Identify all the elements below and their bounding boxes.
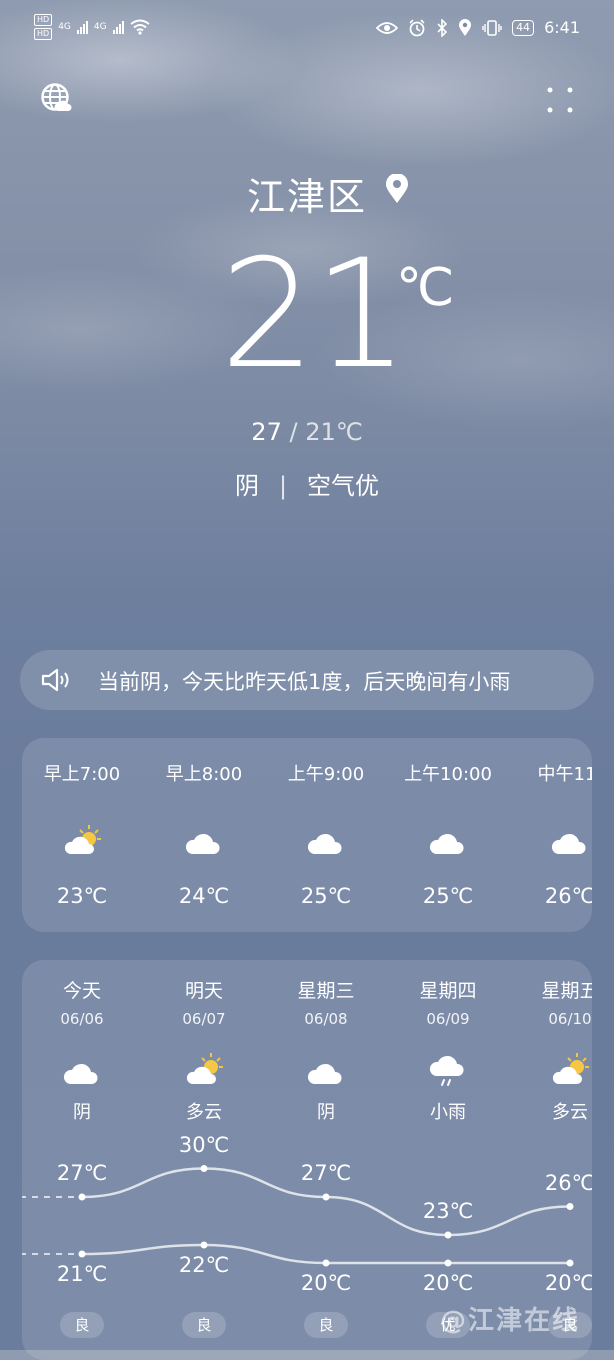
speaker-icon[interactable]: [40, 666, 72, 694]
current-condition-row: 阴 | 空气优: [0, 466, 614, 501]
high-temp-label: 27℃: [300, 1161, 352, 1185]
low-temp-label: 21℃: [56, 1262, 108, 1286]
low-temp-point: [444, 1259, 452, 1267]
today-high: 27: [251, 418, 282, 446]
high-temp-label: 23℃: [422, 1199, 474, 1223]
low-temp-label: 20℃: [300, 1271, 352, 1295]
location-icon: [459, 18, 472, 36]
status-left: HD HD 4G 4G: [34, 14, 150, 40]
current-temperature: 21: [220, 228, 409, 402]
low-temp-point: [78, 1250, 86, 1258]
low-temp-label: 22℃: [178, 1253, 230, 1277]
status-bar: HD HD 4G 4G 44 6:41: [0, 0, 614, 60]
day-name: 明天: [184, 980, 223, 1002]
network-type-1: 4G: [58, 22, 71, 32]
high-temp-point: [444, 1231, 452, 1239]
day-name: 星期四: [419, 980, 477, 1002]
eye-icon: [376, 21, 399, 34]
day-weather: 多云: [186, 1102, 222, 1123]
day-date: 06/08: [304, 1010, 348, 1028]
clock: 6:41: [544, 18, 580, 37]
today-low: / 21℃: [281, 418, 363, 446]
weather-alert-bar[interactable]: 当前阴，今天比昨天低1度，后天晚间有小雨: [20, 650, 594, 710]
day-name: 今天: [62, 980, 101, 1002]
high-temp-point: [566, 1203, 574, 1210]
watermark: @江津在线: [440, 1306, 581, 1336]
more-icon[interactable]: [546, 86, 574, 114]
low-temp-point: [566, 1259, 574, 1267]
cloudy-icon: [307, 833, 342, 854]
hour-temp: 25℃: [422, 884, 474, 908]
condition-separator: |: [278, 472, 288, 500]
partly-cloudy-icon: [64, 825, 101, 854]
day-date: 06/06: [60, 1010, 104, 1028]
low-temp-label: 20℃: [544, 1271, 592, 1295]
current-condition: 阴: [234, 472, 259, 500]
signal-icon: [112, 20, 124, 34]
hour-time: 早上8:00: [165, 764, 243, 785]
hour-time: 上午10:00: [404, 764, 492, 785]
day-weather: 阴: [317, 1102, 335, 1123]
day-date: 06/10: [548, 1010, 592, 1028]
hour-time: 上午9:00: [287, 764, 365, 785]
hour-temp: 25℃: [300, 884, 352, 908]
hour-temp: 24℃: [178, 884, 230, 908]
bluetooth-icon: [437, 18, 448, 37]
location-pin-icon: [386, 174, 408, 203]
hourly-forecast[interactable]: 早上7:00 23℃ 早上8:00 24℃ 上午9:00 25℃ 上午10:00…: [22, 738, 592, 932]
location-name[interactable]: 江津区: [0, 166, 614, 221]
low-temp-point: [322, 1259, 330, 1267]
hour-time: 早上7:00: [43, 764, 121, 785]
partly-cloudy-icon: [186, 1053, 223, 1084]
day-weather: 多云: [552, 1102, 588, 1123]
vibrate-icon: [482, 19, 502, 36]
battery-icon: 44: [512, 19, 535, 36]
high-temp-label: 30℃: [178, 1132, 230, 1157]
day-name: 星期三: [297, 980, 355, 1002]
signal-icon: [76, 20, 88, 34]
sim1-badge: HD: [34, 14, 53, 26]
cloudy-icon: [551, 833, 586, 854]
cloudy-icon: [307, 1063, 342, 1084]
aq-badge: 良: [304, 1312, 348, 1338]
low-temp-label: 20℃: [422, 1271, 474, 1295]
day-name: 星期五: [541, 980, 592, 1002]
high-temp-point: [78, 1193, 86, 1201]
light-rain-icon: [429, 1055, 464, 1086]
cloudy-icon: [63, 1063, 98, 1084]
hour-time: 中午11:: [537, 764, 592, 785]
high-temp-point: [200, 1165, 208, 1172]
day-weather: 阴: [73, 1102, 91, 1123]
partly-cloudy-icon: [552, 1053, 589, 1084]
cloudy-icon: [429, 833, 464, 854]
cloudy-icon: [185, 833, 220, 854]
high-temp-label: 26℃: [544, 1170, 592, 1195]
wifi-icon: [129, 19, 150, 35]
hour-temp: 23℃: [56, 884, 108, 908]
status-right: 44 6:41: [376, 18, 580, 37]
low-temp-point: [200, 1241, 208, 1249]
aq-badge: 良: [182, 1312, 226, 1338]
network-type-2: 4G: [93, 22, 107, 32]
high-temp-point: [322, 1193, 330, 1201]
day-date: 06/09: [426, 1010, 470, 1028]
day-date: 06/07: [182, 1010, 226, 1028]
sim2-badge: HD: [34, 28, 53, 40]
aq-badge: 良: [60, 1312, 104, 1338]
alert-text: 当前阴，今天比昨天低1度，后天晚间有小雨: [98, 670, 511, 694]
day-weather: 小雨: [430, 1102, 466, 1123]
high-temp-label: 27℃: [56, 1161, 108, 1185]
today-range: 27 / 21℃: [0, 418, 614, 446]
temperature-unit: ℃: [396, 258, 455, 318]
hour-temp: 26℃: [544, 884, 592, 908]
globe-icon[interactable]: [40, 82, 74, 116]
alarm-icon: [409, 18, 425, 36]
air-quality[interactable]: 空气优: [307, 472, 379, 500]
